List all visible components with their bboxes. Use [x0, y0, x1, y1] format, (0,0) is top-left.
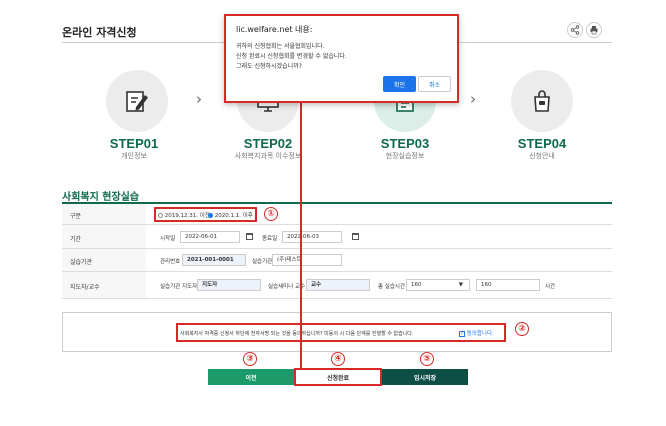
form-row-period: 기간 시작일 2022-06-01 종료일 2022-06-03 [62, 225, 612, 249]
annotation-connector-line [300, 95, 302, 368]
form-row-institution: 실습기관 관리번호 2021-001-0001 실습기관 (주)테스트 [62, 249, 612, 272]
calendar-icon[interactable] [352, 233, 359, 240]
inst-supervisor-input[interactable]: 지도자 [197, 279, 261, 291]
step-3-number: STEP03 [380, 136, 430, 151]
hours-unit: 시간 [545, 284, 556, 290]
dialog-cancel-button[interactable]: 취소 [418, 76, 451, 92]
inst-supervisor-label: 실습기관 지도자 [160, 284, 198, 290]
type-label: 구분 [70, 213, 82, 220]
share-icon [570, 25, 580, 35]
section-title: 사회복지 현장실습 [62, 192, 140, 203]
step-chevron-3: › [470, 90, 476, 108]
dialog-message-line-2: 신청 완료시 신청협회를 변경할 수 없습니다. [236, 53, 347, 60]
step-3-label: 현장실습정보 [385, 152, 425, 160]
print-button[interactable] [586, 22, 602, 38]
annotation-3: ③ [243, 352, 257, 366]
dialog-message-line-1: 귀하의 신청협회는 서울협회입니다. [236, 43, 325, 50]
start-date-input[interactable]: 2022-06-01 [180, 231, 240, 243]
hours-input[interactable]: 160 [476, 279, 540, 291]
radio-before-2020[interactable]: 2019.12.31. 이전 [158, 211, 210, 219]
form-row-type: 구분 2019.12.31. 이전 2020.1.1. 이후 ① [62, 204, 612, 225]
inst-name-input[interactable]: (주)테스트 [272, 254, 342, 266]
step-chevron-1: › [196, 90, 202, 108]
mgmt-no-label: 관리번호 [160, 259, 181, 265]
calendar-icon[interactable] [246, 233, 253, 240]
pencil-document-icon [126, 91, 148, 112]
agreement-text: 사회복지사 자격증 신청서 하단에 전자서명 되는 것을 동의하십니까? 미동의… [180, 331, 414, 337]
institution-label: 실습기관 [70, 259, 93, 266]
step-4-number: STEP04 [517, 136, 567, 151]
dialog-message-line-3: 그래도 신청하시겠습니까? [236, 63, 302, 70]
mgmt-no-input[interactable]: 2021-001-0001 [182, 254, 246, 266]
annotation-2: ② [515, 322, 529, 336]
end-date-input[interactable]: 2022-06-03 [282, 231, 342, 243]
step-4-label: 신청안내 [529, 152, 555, 160]
total-hours-select[interactable]: 160 ▼ [406, 279, 470, 291]
share-button[interactable] [567, 22, 583, 38]
radio-checked-icon [208, 213, 213, 218]
checkbox-checked-icon: ✓ [459, 330, 465, 337]
supervisor-label: 지도자/교수 [70, 284, 100, 291]
agree-checkbox[interactable]: ✓ 동의합니다. [459, 329, 494, 337]
dialog-title: lic.welfare.net 내용: [236, 25, 313, 34]
shopping-bag-icon [534, 90, 550, 112]
agreement-box: 사회복지사 자격증 신청서 하단에 전자서명 되는 것을 동의하십니까? 미동의… [62, 312, 612, 352]
radio-unchecked-icon [158, 213, 163, 218]
step-4-circle [511, 70, 573, 132]
end-date-label: 종료일 [262, 236, 278, 242]
step-1-circle [106, 70, 168, 132]
annotation-5: ⑤ [420, 352, 434, 366]
step-1-label: 개인정보 [121, 152, 147, 160]
confirm-dialog: lic.welfare.net 내용: 귀하의 신청협회는 서울협회입니다. 신… [224, 14, 459, 103]
inst-name-label: 실습기관 [252, 259, 273, 265]
submit-button[interactable]: 신청완료 [294, 368, 382, 386]
annotation-1: ① [264, 207, 278, 221]
radio-after-2020[interactable]: 2020.1.1. 이후 [208, 211, 253, 219]
temp-save-button[interactable]: 임시저장 [382, 369, 468, 385]
period-label: 기간 [70, 236, 82, 243]
page-title: 온라인 자격신청 [62, 26, 137, 39]
step-2-number: STEP02 [243, 136, 293, 151]
prev-button[interactable]: 이전 [208, 369, 294, 385]
printer-icon [590, 26, 598, 35]
start-date-label: 시작일 [160, 236, 176, 242]
total-hours-label: 총 실습시간 [378, 284, 406, 290]
annotation-4: ④ [331, 352, 345, 366]
top-actions [567, 22, 602, 38]
dropdown-arrow-icon: ▼ [458, 282, 463, 288]
dialog-ok-button[interactable]: 확인 [383, 76, 416, 92]
seminar-prof-input[interactable]: 교수 [306, 279, 370, 291]
step-1-number: STEP01 [109, 136, 159, 151]
form-row-supervisor: 지도자/교수 실습기관 지도자 지도자 실습세미나 교수 교수 총 실습시간 1… [62, 272, 612, 299]
step-2-label: 사회복지과목 이수정보 [234, 152, 302, 160]
